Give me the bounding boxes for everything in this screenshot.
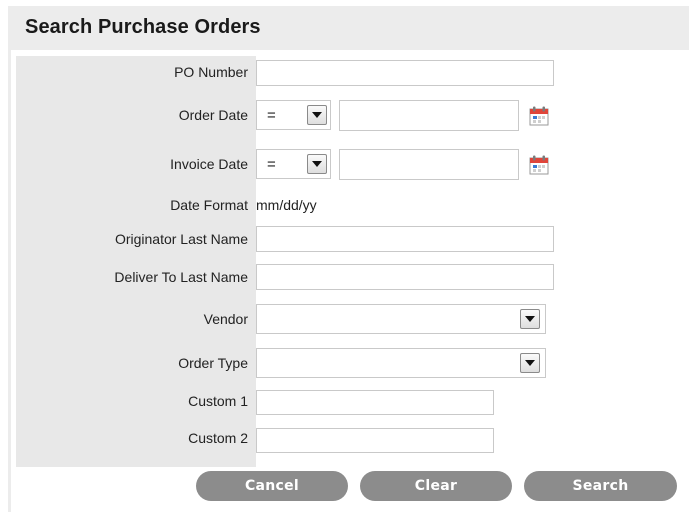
chevron-down-icon[interactable] — [307, 105, 327, 125]
cancel-button[interactable]: Cancel — [196, 471, 348, 501]
deliver-to-last-name-label: Deliver To Last Name — [114, 269, 248, 285]
chevron-down-icon[interactable] — [307, 154, 327, 174]
custom1-label: Custom 1 — [188, 393, 248, 409]
date-format-value: mm/dd/yy — [256, 197, 317, 213]
date-format-label: Date Format — [170, 197, 248, 213]
originator-last-name-input[interactable] — [256, 226, 554, 252]
chevron-down-icon[interactable] — [520, 309, 540, 329]
calendar-icon[interactable] — [529, 155, 549, 175]
custom1-input[interactable] — [256, 390, 494, 415]
invoice-date-input[interactable] — [339, 149, 519, 180]
chevron-down-icon[interactable] — [520, 353, 540, 373]
invoice-date-operator-select[interactable]: = — [256, 149, 331, 179]
custom2-input[interactable] — [256, 428, 494, 453]
originator-last-name-label: Originator Last Name — [114, 231, 248, 247]
vendor-select[interactable] — [256, 304, 546, 334]
po-number-input[interactable] — [256, 60, 554, 86]
search-button[interactable]: Search — [524, 471, 677, 501]
order-type-label: Order Type — [178, 355, 248, 371]
calendar-icon[interactable] — [529, 106, 549, 126]
order-type-select[interactable] — [256, 348, 546, 378]
page-title: Search Purchase Orders — [25, 16, 261, 38]
order-date-input[interactable] — [339, 100, 519, 131]
deliver-to-last-name-input[interactable] — [256, 264, 554, 290]
vendor-label: Vendor — [203, 311, 248, 327]
order-date-operator-select[interactable]: = — [256, 100, 331, 130]
clear-button[interactable]: Clear — [360, 471, 512, 501]
po-number-label: PO Number — [174, 64, 248, 80]
order-date-operator-value: = — [267, 107, 276, 124]
panel-left-border — [8, 50, 11, 512]
custom2-label: Custom 2 — [188, 430, 248, 446]
invoice-date-operator-value: = — [267, 156, 276, 173]
invoice-date-label: Invoice Date — [170, 156, 248, 172]
order-date-label: Order Date — [178, 107, 248, 123]
title-bar: Search Purchase Orders — [8, 6, 689, 50]
